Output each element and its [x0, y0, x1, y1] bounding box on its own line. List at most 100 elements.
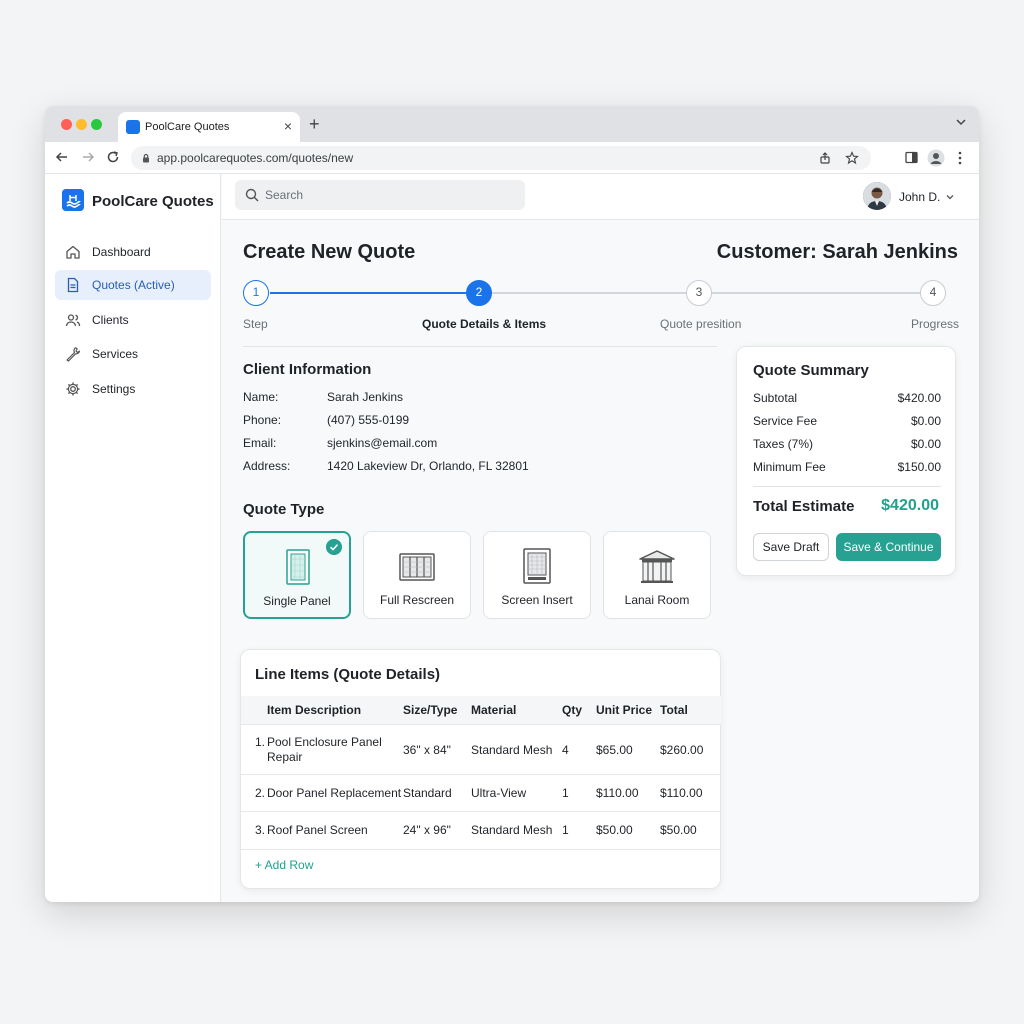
sidebar-item-quotes[interactable]: Quotes (Active)	[55, 270, 211, 300]
sidebar-item-label: Dashboard	[92, 245, 151, 259]
summary-row-service-fee: Service Fee $0.00	[753, 414, 941, 432]
step-4-circle[interactable]: 4	[920, 280, 946, 306]
total-estimate-value: $420.00	[881, 497, 939, 514]
summary-row-subtotal: Subtotal $420.00	[753, 391, 941, 409]
reload-icon[interactable]	[106, 150, 120, 164]
quote-type-label: Screen Insert	[501, 593, 573, 607]
close-tab-icon[interactable]: ×	[284, 118, 292, 134]
row-number: 1.	[255, 735, 266, 749]
wrench-icon	[66, 347, 81, 362]
maximize-window-button[interactable]	[91, 119, 102, 130]
save-draft-button[interactable]: Save Draft	[753, 533, 829, 561]
quote-type-full-rescreen[interactable]: Full Rescreen	[363, 531, 471, 619]
item-unit-price: $110.00	[596, 786, 639, 800]
tab-strip: PoolCare Quotes × +	[45, 106, 979, 142]
sidebar-item-label: Clients	[92, 313, 129, 327]
item-unit-price: $65.00	[596, 743, 633, 757]
user-name: John D.	[899, 190, 941, 204]
item-qty: 4	[562, 743, 569, 757]
browser-menu-icon[interactable]	[957, 151, 963, 165]
quote-summary-title: Quote Summary	[753, 362, 869, 379]
sidebar: PoolCare Quotes Dashboard Quotes (Active…	[45, 174, 221, 902]
quote-type-lanai-room[interactable]: Lanai Room	[603, 531, 711, 619]
item-material: Standard Mesh	[471, 823, 553, 837]
column-header: Qty	[562, 703, 583, 717]
step-2-label: Quote Details & Items	[422, 317, 547, 331]
divider	[243, 346, 717, 347]
step-1-label: Step	[243, 317, 268, 331]
customer-name: Customer: Sarah Jenkins	[716, 241, 958, 263]
table-divider	[241, 849, 721, 850]
step-2-circle[interactable]: 2	[466, 280, 492, 306]
table-row[interactable]: 2. Door Panel Replacement Standard Ultra…	[241, 774, 721, 811]
row-number: 3.	[255, 823, 266, 837]
item-material: Standard Mesh	[471, 743, 553, 757]
line-items-card: Line Items (Quote Details) Item Descript…	[240, 649, 721, 889]
step-4-label: Progress	[910, 317, 959, 331]
add-row-button[interactable]: + Add Row	[255, 858, 313, 872]
share-icon[interactable]	[819, 152, 831, 164]
forward-icon[interactable]	[81, 150, 95, 164]
sidebar-item-label: Quotes (Active)	[92, 278, 175, 292]
client-email-value: sjenkins@email.com	[327, 436, 438, 450]
summary-value: $420.00	[897, 391, 941, 405]
bookmark-star-icon[interactable]	[845, 151, 859, 165]
new-tab-button[interactable]: +	[309, 114, 320, 135]
save-continue-button[interactable]: Save & Continue	[836, 533, 941, 561]
item-total: $110.00	[660, 786, 703, 800]
pool-logo-icon	[62, 189, 84, 211]
document-icon	[67, 277, 79, 293]
line-items-title: Line Items (Quote Details)	[255, 666, 441, 683]
back-icon[interactable]	[55, 150, 69, 164]
item-size: 24" x 96"	[403, 823, 451, 837]
search-icon	[245, 188, 259, 202]
step-connector	[712, 292, 920, 294]
quote-type-label: Lanai Room	[624, 593, 690, 607]
step-3-label: Quote presition	[660, 317, 742, 331]
step-1-circle[interactable]: 1	[243, 280, 269, 306]
client-address-value: 1420 Lakeview Dr, Orlando, FL 32801	[327, 459, 529, 473]
tab-title: PoolCare Quotes	[145, 121, 230, 133]
item-qty: 1	[562, 786, 569, 800]
full-rescreen-icon	[399, 553, 435, 581]
table-row[interactable]: 1. Pool Enclosure Panel Repair 36" x 84"…	[241, 724, 721, 774]
sidebar-item-services[interactable]: Services	[55, 339, 211, 369]
side-panel-icon[interactable]	[905, 151, 918, 164]
browser-tab[interactable]: PoolCare Quotes ×	[118, 112, 300, 142]
item-qty: 1	[562, 823, 569, 837]
profile-icon[interactable]	[927, 149, 945, 167]
quote-summary-card: Quote Summary Subtotal $420.00 Service F…	[736, 346, 956, 576]
quote-type-label: Full Rescreen	[379, 593, 455, 607]
site-info-icon[interactable]	[141, 153, 151, 163]
step-3-circle[interactable]: 3	[686, 280, 712, 306]
sidebar-item-clients[interactable]: Clients	[55, 305, 211, 335]
sidebar-item-settings[interactable]: Settings	[55, 374, 211, 404]
close-window-button[interactable]	[61, 119, 72, 130]
column-header: Total	[660, 703, 688, 717]
single-panel-icon	[286, 549, 310, 585]
summary-value: $0.00	[910, 414, 941, 428]
field-label: Email:	[243, 436, 277, 450]
minimize-window-button[interactable]	[76, 119, 87, 130]
search-box[interactable]	[235, 180, 525, 210]
lanai-room-icon	[639, 550, 675, 583]
users-icon	[65, 314, 81, 327]
quote-type-screen-insert[interactable]: Screen Insert	[483, 531, 591, 619]
table-row[interactable]: 3. Roof Panel Screen 24" x 96" Standard …	[241, 811, 721, 849]
app: PoolCare Quotes Dashboard Quotes (Active…	[45, 174, 979, 902]
sidebar-item-label: Settings	[92, 382, 136, 396]
user-menu[interactable]: John D.	[863, 182, 959, 212]
address-bar[interactable]: app.poolcarequotes.com/quotes/new	[131, 146, 871, 170]
tab-search-chevron-icon[interactable]	[955, 116, 967, 128]
avatar	[863, 182, 891, 210]
sidebar-item-dashboard[interactable]: Dashboard	[55, 237, 211, 267]
main-content: Create New Quote Customer: Sarah Jenkins…	[222, 220, 979, 902]
client-name-value: Sarah Jenkins	[327, 390, 404, 404]
summary-value: $0.00	[910, 437, 941, 451]
quote-type-single-panel[interactable]: Single Panel	[243, 531, 351, 619]
item-total: $50.00	[660, 823, 697, 837]
home-icon	[66, 245, 80, 259]
search-input[interactable]	[265, 180, 515, 210]
column-header: Unit Price	[596, 703, 653, 717]
item-size: 36" x 84"	[403, 743, 451, 757]
